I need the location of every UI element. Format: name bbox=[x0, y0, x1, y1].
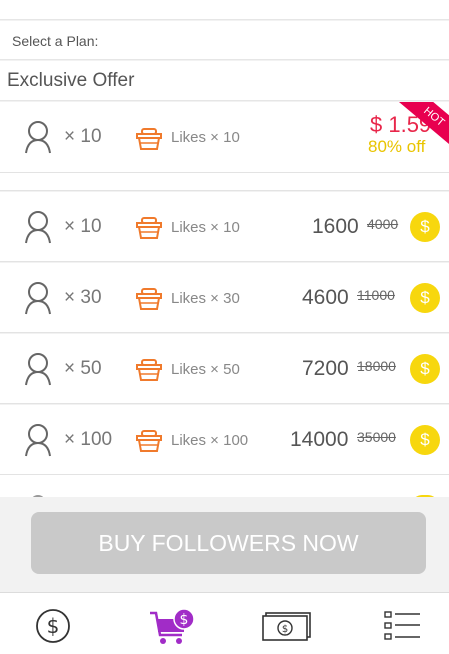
follower-icon bbox=[25, 211, 51, 244]
basket-icon bbox=[136, 430, 162, 452]
plan-row[interactable]: × 10 Likes × 10 1600 4000 $ bbox=[0, 192, 449, 262]
coin-icon: $ bbox=[410, 425, 440, 455]
basket-icon bbox=[136, 217, 162, 239]
exclusive-offer-row[interactable]: × 10 Likes × 10 $ 1.59 80% off HOT bbox=[0, 102, 449, 173]
bottom-nav: $ $ $ bbox=[0, 592, 449, 654]
plan-price: 1600 bbox=[312, 215, 359, 238]
plan-row[interactable]: × 50 Likes × 50 7200 18000 $ bbox=[0, 334, 449, 404]
plan-row[interactable]: × 30 Likes × 30 4600 11000 $ bbox=[0, 263, 449, 333]
nav-item-menu[interactable] bbox=[378, 593, 428, 654]
nav-item-shop[interactable]: $ bbox=[145, 593, 200, 654]
plan-original-price: 11000 bbox=[357, 287, 395, 303]
plan-original-price: 4000 bbox=[367, 216, 399, 232]
plan-price: 7200 bbox=[302, 357, 349, 380]
svg-text:$: $ bbox=[282, 624, 288, 635]
nav-item-earn[interactable]: $ bbox=[258, 593, 318, 654]
likes-quantity: Likes × 10 bbox=[171, 219, 240, 236]
buy-area: BUY FOLLOWERS NOW bbox=[0, 497, 449, 592]
follower-icon bbox=[25, 282, 51, 315]
basket-icon bbox=[136, 288, 162, 310]
top-bar bbox=[0, 0, 449, 20]
plan-price: 4600 bbox=[302, 286, 349, 309]
coin-icon: $ bbox=[410, 283, 440, 313]
likes-quantity: Likes × 100 bbox=[171, 432, 249, 449]
section-spacer bbox=[0, 173, 449, 191]
exclusive-offer-header: Exclusive Offer bbox=[0, 61, 449, 101]
cart-coin-icon: $ bbox=[150, 608, 195, 644]
plan-price: 14000 bbox=[290, 428, 349, 451]
follower-icon bbox=[25, 121, 51, 154]
coin-dollar-icon: $ bbox=[36, 609, 70, 643]
offer-discount: 80% off bbox=[368, 137, 426, 156]
follower-quantity: × 50 bbox=[64, 358, 102, 379]
follower-icon bbox=[25, 424, 51, 457]
likes-quantity: Likes × 30 bbox=[171, 290, 240, 307]
follower-quantity: × 10 bbox=[64, 126, 102, 147]
select-plan-header: Select a Plan: bbox=[0, 21, 449, 60]
buy-followers-button[interactable]: BUY FOLLOWERS NOW bbox=[31, 512, 426, 574]
likes-quantity: Likes × 10 bbox=[171, 129, 240, 146]
follower-icon bbox=[25, 353, 51, 386]
coin-icon: $ bbox=[410, 212, 440, 242]
basket-icon bbox=[136, 128, 162, 150]
plan-original-price: 18000 bbox=[357, 358, 396, 374]
coin-icon: $ bbox=[410, 354, 440, 384]
follower-quantity: × 30 bbox=[64, 287, 102, 308]
list-icon bbox=[384, 611, 420, 640]
select-plan-label: Select a Plan: bbox=[12, 33, 99, 49]
likes-quantity: Likes × 50 bbox=[171, 361, 240, 378]
exclusive-offer-title: Exclusive Offer bbox=[7, 70, 135, 91]
banknote-icon: $ bbox=[262, 612, 311, 641]
svg-text:$: $ bbox=[180, 612, 189, 628]
nav-item-coins[interactable]: $ bbox=[30, 593, 80, 654]
svg-text:$: $ bbox=[47, 614, 60, 638]
plan-row[interactable]: × 100 Likes × 100 14000 35000 $ bbox=[0, 405, 449, 475]
basket-icon bbox=[136, 359, 162, 381]
follower-quantity: × 10 bbox=[64, 216, 102, 237]
follower-quantity: × 100 bbox=[64, 429, 113, 450]
plan-original-price: 35000 bbox=[357, 429, 396, 445]
